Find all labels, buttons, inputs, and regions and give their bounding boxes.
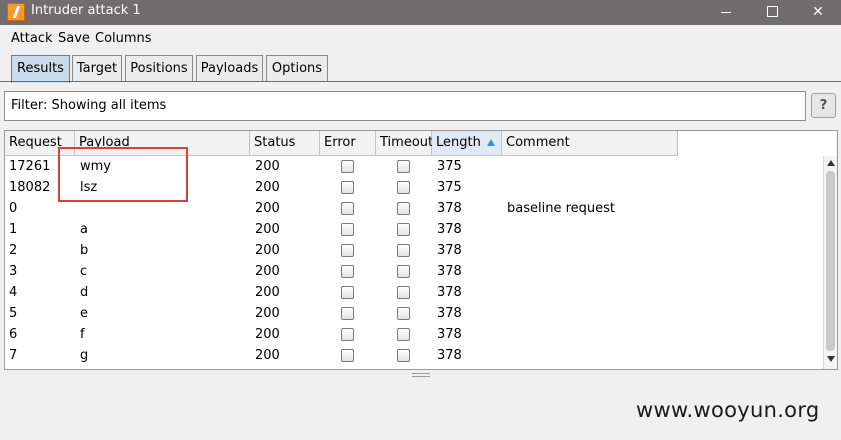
cell-error-checkbox	[341, 265, 354, 278]
column-header-status[interactable]: Status	[250, 131, 320, 156]
cell-timeout-checkbox	[397, 307, 410, 320]
column-header-error[interactable]: Error	[320, 131, 376, 156]
table-row[interactable]: 6 f 200 378	[5, 324, 678, 345]
cell-error-checkbox	[341, 244, 354, 257]
minimize-icon[interactable]	[703, 0, 749, 25]
cell-status: 200	[255, 222, 280, 237]
cell-length: 375	[437, 180, 462, 195]
help-button[interactable]: ?	[811, 93, 836, 118]
cell-payload: d	[80, 285, 89, 300]
cell-request: 4	[9, 285, 18, 300]
title-bar: Intruder attack 1 ✕	[0, 0, 841, 25]
menu-save[interactable]: Save	[58, 31, 90, 46]
filter-text: Filter: Showing all items	[11, 98, 167, 113]
cell-error-checkbox	[341, 223, 354, 236]
column-header-length[interactable]: Length	[432, 131, 502, 156]
menu-bar: Attack Save Columns	[0, 26, 841, 51]
tab-divider	[0, 81, 841, 82]
tab-positions[interactable]: Positions	[125, 55, 193, 82]
column-header-comment[interactable]: Comment	[502, 131, 678, 156]
table-row[interactable]: 5 e 200 378	[5, 303, 678, 324]
column-header-timeout[interactable]: Timeout	[376, 131, 433, 156]
cell-status: 200	[255, 327, 280, 342]
cell-request: 1	[9, 222, 18, 237]
scroll-up-icon[interactable]	[827, 160, 835, 166]
tab-payloads[interactable]: Payloads	[196, 55, 263, 82]
watermark: www.wooyun.org	[636, 398, 820, 422]
cell-payload: c	[80, 264, 88, 279]
cell-error-checkbox	[341, 328, 354, 341]
cell-timeout-checkbox	[397, 223, 410, 236]
annotation-highlight-box	[58, 147, 188, 202]
cell-timeout-checkbox	[397, 244, 410, 257]
cell-status: 200	[255, 285, 280, 300]
menu-attack[interactable]: Attack	[11, 31, 53, 46]
cell-error-checkbox	[341, 160, 354, 173]
cell-request: 5	[9, 306, 18, 321]
sort-ascending-icon	[487, 139, 495, 146]
cell-status: 200	[255, 201, 280, 216]
cell-request: 18082	[9, 180, 51, 195]
cell-length: 378	[437, 201, 462, 216]
cell-payload: a	[80, 222, 88, 237]
cell-timeout-checkbox	[397, 202, 410, 215]
scroll-down-icon[interactable]	[827, 356, 835, 362]
maximize-icon[interactable]	[749, 0, 795, 25]
table-row[interactable]: 3 c 200 378	[5, 261, 678, 282]
cell-error-checkbox	[341, 286, 354, 299]
cell-timeout-checkbox	[397, 349, 410, 362]
tab-bar: Results Target Positions Payloads Option…	[0, 55, 841, 84]
cell-request: 17261	[9, 159, 51, 174]
filter-bar[interactable]: Filter: Showing all items	[4, 91, 806, 121]
cell-status: 200	[255, 264, 280, 279]
tab-options[interactable]: Options	[266, 55, 328, 82]
cell-comment: baseline request	[507, 201, 615, 216]
cell-timeout-checkbox	[397, 181, 410, 194]
cell-length: 378	[437, 243, 462, 258]
cell-status: 200	[255, 348, 280, 363]
cell-length: 378	[437, 222, 462, 237]
cell-request: 2	[9, 243, 18, 258]
cell-timeout-checkbox	[397, 160, 410, 173]
vertical-scrollbar[interactable]	[823, 156, 837, 369]
cell-length: 378	[437, 306, 462, 321]
cell-request: 0	[9, 201, 18, 216]
table-row[interactable]: 7 g 200 378	[5, 345, 678, 366]
column-header-length-label: Length	[436, 135, 481, 150]
cell-error-checkbox	[341, 181, 354, 194]
tab-results[interactable]: Results	[11, 55, 70, 83]
cell-status: 200	[255, 159, 280, 174]
cell-error-checkbox	[341, 307, 354, 320]
cell-error-checkbox	[341, 202, 354, 215]
cell-request: 6	[9, 327, 18, 342]
cell-request: 3	[9, 264, 18, 279]
scroll-thumb[interactable]	[826, 171, 835, 351]
cell-timeout-checkbox	[397, 328, 410, 341]
table-row[interactable]: 4 d 200 378	[5, 282, 678, 303]
cell-request: 7	[9, 348, 18, 363]
cell-status: 200	[255, 180, 280, 195]
burp-lightning-icon	[7, 3, 25, 21]
cell-length: 375	[437, 159, 462, 174]
cell-length: 378	[437, 348, 462, 363]
tab-target[interactable]: Target	[72, 55, 122, 82]
pane-splitter-handle[interactable]	[412, 373, 430, 377]
cell-status: 200	[255, 306, 280, 321]
menu-columns[interactable]: Columns	[95, 31, 152, 46]
table-row[interactable]: 2 b 200 378	[5, 240, 678, 261]
cell-status: 200	[255, 243, 280, 258]
window-title: Intruder attack 1	[31, 3, 141, 18]
cell-payload: e	[80, 306, 88, 321]
cell-timeout-checkbox	[397, 265, 410, 278]
cell-error-checkbox	[341, 349, 354, 362]
cell-length: 378	[437, 327, 462, 342]
cell-timeout-checkbox	[397, 286, 410, 299]
cell-length: 378	[437, 264, 462, 279]
cell-length: 378	[437, 285, 462, 300]
cell-payload: b	[80, 243, 89, 258]
cell-payload: g	[80, 348, 89, 363]
cell-payload: f	[80, 327, 85, 342]
table-row[interactable]: 1 a 200 378	[5, 219, 678, 240]
close-icon[interactable]: ✕	[795, 0, 841, 25]
